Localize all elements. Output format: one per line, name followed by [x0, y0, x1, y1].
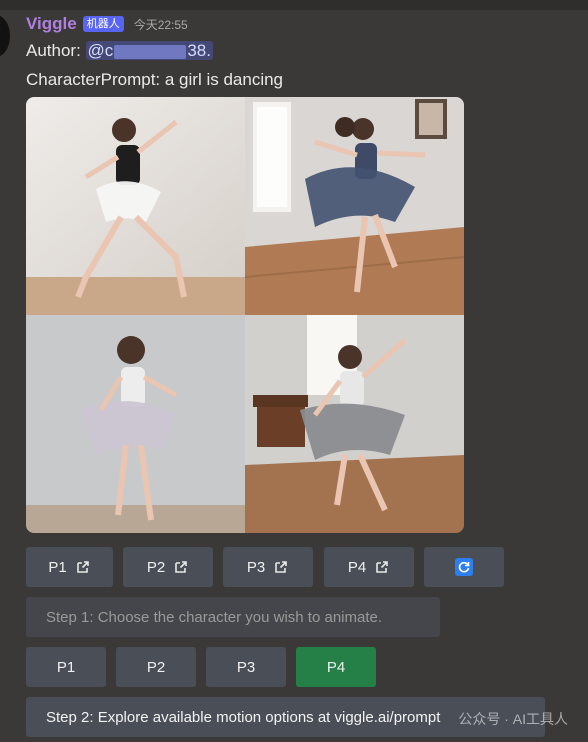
external-link-icon: [175, 561, 187, 573]
character-prompt-line: CharacterPrompt: a girl is dancing: [26, 70, 284, 89]
character-image-grid[interactable]: [26, 97, 464, 533]
redacted-blur: [114, 44, 187, 59]
image-p1[interactable]: [26, 97, 245, 315]
avatar[interactable]: [0, 15, 10, 57]
open-p2-button[interactable]: P2: [123, 547, 213, 587]
image-p4[interactable]: [245, 315, 464, 533]
message-header: Viggle 机器人 今天22:55: [26, 13, 188, 35]
image-p2[interactable]: [245, 97, 464, 315]
open-p1-button[interactable]: P1: [26, 547, 113, 587]
watermark: 公众号 · AI工具人: [458, 711, 568, 727]
select-p2-button[interactable]: P2: [116, 647, 196, 687]
author-line-prefix: Author:: [26, 41, 86, 60]
image-p3[interactable]: [26, 315, 245, 533]
refresh-button[interactable]: [424, 547, 504, 587]
select-p4-button[interactable]: P4: [296, 647, 376, 687]
open-p3-button[interactable]: P3: [223, 547, 313, 587]
external-link-icon: [376, 561, 388, 573]
top-bar: [0, 0, 588, 10]
open-p4-button[interactable]: P4: [324, 547, 414, 587]
select-p3-button[interactable]: P3: [206, 647, 286, 687]
external-link-icon: [275, 561, 287, 573]
select-p1-button[interactable]: P1: [26, 647, 106, 687]
step1-instruction-button: Step 1: Choose the character you wish to…: [26, 597, 440, 637]
refresh-icon: [455, 558, 473, 576]
user-mention[interactable]: @c 38.: [85, 41, 213, 60]
author-line: Author: @c 38.: [26, 41, 213, 61]
external-link-icon: [76, 561, 89, 573]
timestamp: 今天22:55: [133, 17, 188, 32]
author-name[interactable]: Viggle: [26, 14, 77, 34]
bot-badge: 机器人: [82, 16, 124, 32]
